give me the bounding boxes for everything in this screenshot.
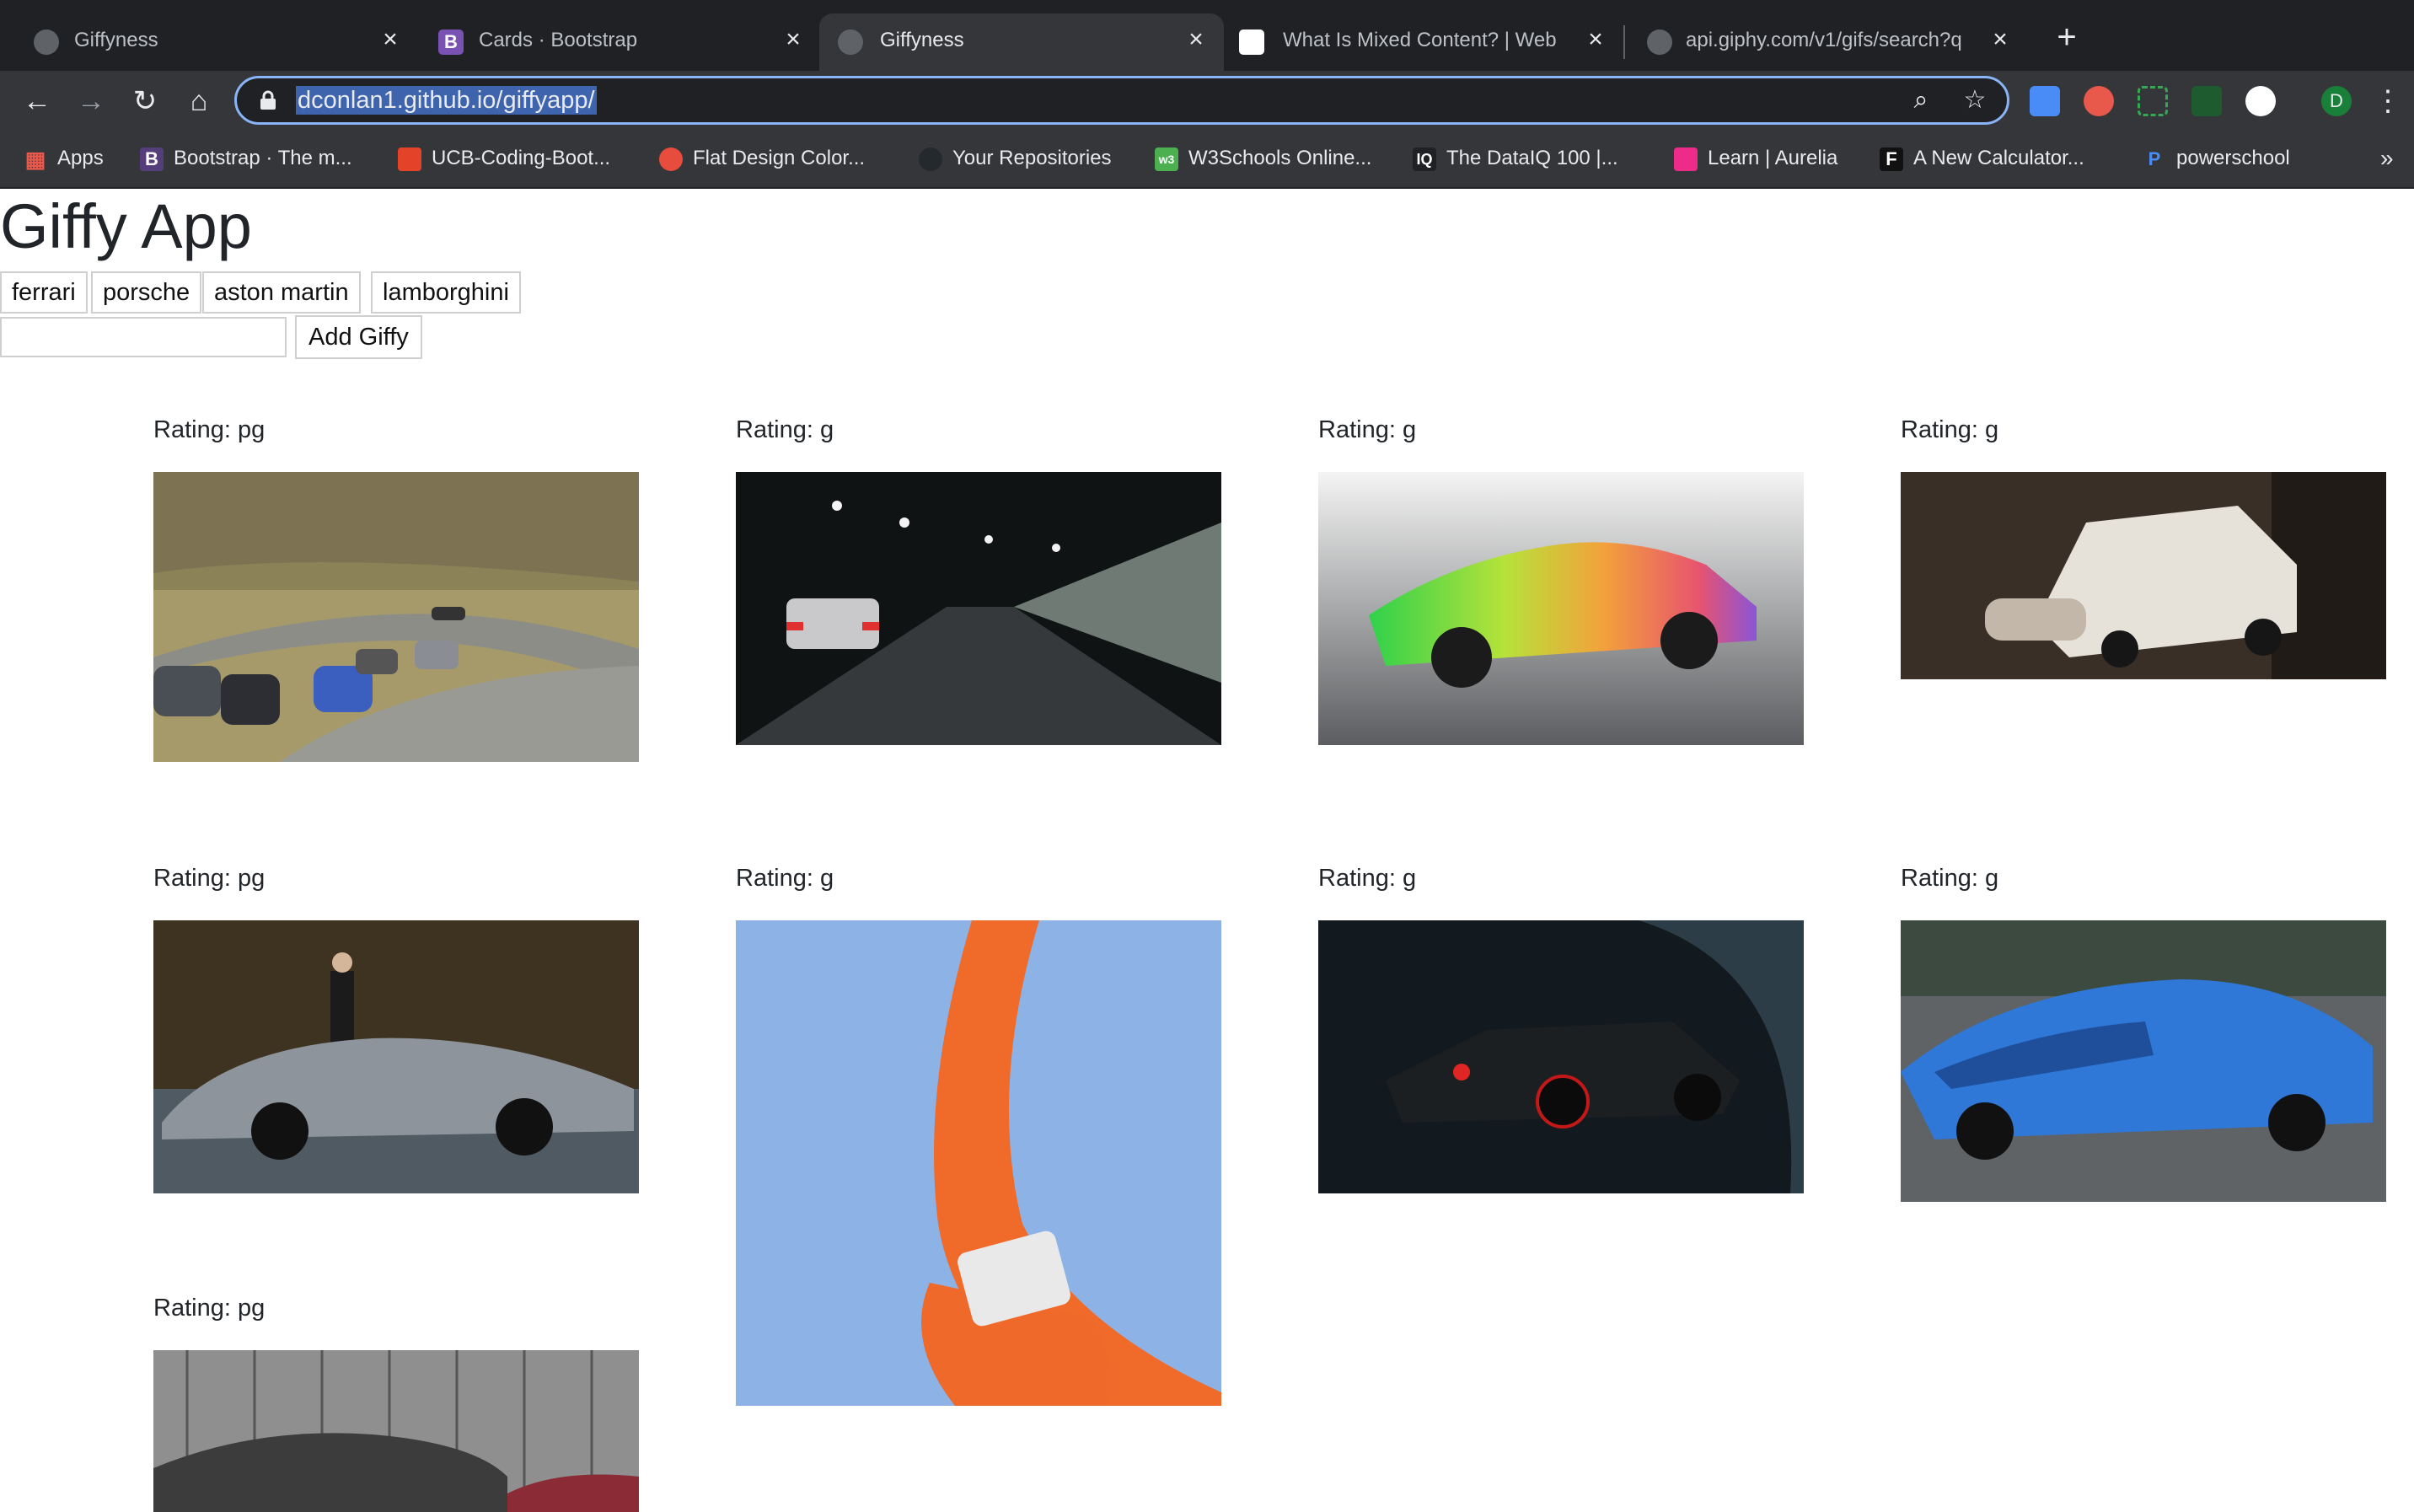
gif-image[interactable] <box>153 920 639 1193</box>
gif-image[interactable] <box>736 920 1221 1406</box>
gif-rating: Rating: g <box>736 865 834 892</box>
bookmarks-bar: ▦ Apps B Bootstrap · The m... UCB-Coding-B… <box>0 131 2414 189</box>
extension-icon[interactable] <box>2245 86 2276 116</box>
gif-rating: Rating: pg <box>153 865 266 892</box>
tab-title: What Is Mixed Content? | Web <box>1283 29 1557 51</box>
lock-icon[interactable] <box>259 90 277 110</box>
gif-rating: Rating: pg <box>153 1295 266 1322</box>
bookmark-item[interactable]: Learn | Aurelia <box>1674 143 1837 174</box>
back-arrow-icon[interactable]: ← <box>20 84 54 118</box>
gif-image[interactable] <box>153 472 639 762</box>
dataiq-icon: IQ <box>1413 147 1436 171</box>
bookmark-label: Apps <box>57 147 104 169</box>
bookmark-label: Your Repositories <box>952 147 1112 169</box>
tab-title: Giffyness <box>74 29 158 51</box>
w3schools-icon: w3 <box>1155 147 1178 171</box>
new-tab-icon[interactable]: + <box>2050 20 2084 54</box>
bookmark-item[interactable]: ▦ Apps <box>24 143 104 174</box>
gif-rating: Rating: pg <box>153 416 266 443</box>
browser-tab[interactable]: What Is Mixed Content? | Web × <box>1224 13 1625 71</box>
zoom-icon[interactable]: ⌕ <box>1906 85 1936 115</box>
home-icon[interactable]: ⌂ <box>182 84 216 118</box>
browser-tab[interactable]: B Cards · Bootstrap × <box>415 13 819 71</box>
screenshot-extension-icon[interactable] <box>2138 86 2168 116</box>
tab-title: Cards · Bootstrap <box>479 29 638 51</box>
close-tab-icon[interactable]: × <box>779 25 807 54</box>
browser-tab-active[interactable]: Giffyness × <box>819 13 1224 71</box>
bootstrap-icon: B <box>140 147 164 171</box>
globe-icon <box>838 29 863 55</box>
close-tab-icon[interactable]: × <box>1986 25 2014 54</box>
bookmark-item[interactable]: Your Repositories <box>919 143 1112 174</box>
gif-rating: Rating: g <box>1318 865 1417 892</box>
topic-button-lamborghini[interactable]: lamborghini <box>371 271 521 314</box>
zoom-extension-icon[interactable] <box>2030 86 2060 116</box>
browser-tab[interactable]: Giffyness × <box>0 13 415 71</box>
close-tab-icon[interactable]: × <box>1182 25 1210 54</box>
globe-icon <box>1647 29 1672 55</box>
browser-toolbar: ← → ↻ ⌂ dconlan1.github.io/giffyapp/ ⌕ ☆… <box>0 71 2414 131</box>
page-content: Giffy App ferrari porsche aston martin l… <box>0 189 2414 1512</box>
topic-button-porsche[interactable]: porsche <box>91 271 202 314</box>
gitlab-icon <box>398 147 421 171</box>
bookmark-label: A New Calculator... <box>1913 147 2084 169</box>
bookmark-item[interactable]: IQ The DataIQ 100 |... <box>1413 143 1618 174</box>
profile-avatar[interactable]: D <box>2321 86 2352 116</box>
bookmark-item[interactable]: F A New Calculator... <box>1880 143 2084 174</box>
bookmark-label: UCB-Coding-Boot... <box>432 147 611 169</box>
globe-icon <box>34 29 59 55</box>
bookmark-item[interactable]: Flat Design Color... <box>659 143 865 174</box>
f-icon: F <box>1880 147 1903 171</box>
extension-icon[interactable] <box>2191 86 2222 116</box>
bookmark-item[interactable]: B Bootstrap · The m... <box>140 143 352 174</box>
tab-title: api.giphy.com/v1/gifs/search?q <box>1686 29 1962 51</box>
gif-image[interactable] <box>1318 472 1804 745</box>
bookmark-label: Bootstrap · The m... <box>174 147 352 169</box>
gif-image[interactable] <box>736 472 1221 745</box>
aurelia-icon <box>1674 147 1698 171</box>
browser-tab-strip: Giffyness × B Cards · Bootstrap × Giffyn… <box>0 0 2414 71</box>
gif-rating: Rating: g <box>1901 865 1999 892</box>
reload-icon[interactable]: ↻ <box>128 84 162 118</box>
add-giffy-button[interactable]: Add Giffy <box>295 315 422 359</box>
bookmark-star-icon[interactable]: ☆ <box>1960 85 1990 115</box>
powerschool-icon: P <box>2148 147 2161 169</box>
topic-button-ferrari[interactable]: ferrari <box>0 271 88 314</box>
gif-rating: Rating: g <box>1318 416 1417 443</box>
tab-title: Giffyness <box>880 29 964 51</box>
gif-image[interactable] <box>1901 920 2386 1202</box>
browser-tab[interactable]: api.giphy.com/v1/gifs/search?q × <box>1625 13 2030 71</box>
bookmark-label: Learn | Aurelia <box>1708 147 1838 169</box>
topic-button-aston-martin[interactable]: aston martin <box>202 271 361 314</box>
bookmark-item[interactable]: w3 W3Schools Online... <box>1155 143 1371 174</box>
bookmark-label: The DataIQ 100 |... <box>1446 147 1618 169</box>
close-tab-icon[interactable]: × <box>1581 25 1610 54</box>
close-tab-icon[interactable]: × <box>376 25 405 54</box>
screencast-extension-icon[interactable] <box>2084 86 2114 116</box>
address-bar[interactable]: dconlan1.github.io/giffyapp/ ⌕ ☆ <box>234 76 2009 125</box>
gif-image[interactable] <box>1901 472 2386 679</box>
gif-rating: Rating: g <box>736 416 834 443</box>
bookmark-item[interactable]: Ppowerschool <box>2143 143 2290 174</box>
apps-grid-icon: ▦ <box>24 146 46 172</box>
gif-image[interactable] <box>153 1350 639 1512</box>
github-icon <box>919 147 942 171</box>
bookmark-label: powerschool <box>2176 147 2290 169</box>
bookmark-label: W3Schools Online... <box>1188 147 1372 169</box>
bookmark-label: Flat Design Color... <box>693 147 866 169</box>
forward-arrow-icon[interactable]: → <box>74 84 108 118</box>
web-dev-icon <box>1239 29 1264 55</box>
bootstrap-icon: B <box>438 29 464 55</box>
add-topic-input[interactable] <box>0 317 287 357</box>
gif-rating: Rating: g <box>1901 416 1999 443</box>
url-text[interactable]: dconlan1.github.io/giffyapp/ <box>296 86 597 115</box>
bookmarks-overflow-chevron-icon[interactable]: » <box>2380 143 2394 174</box>
flat-design-icon <box>659 147 683 171</box>
menu-kebab-icon[interactable]: ⋮ <box>2374 84 2402 118</box>
gif-image[interactable] <box>1318 920 1804 1193</box>
page-title: Giffy App <box>0 191 252 261</box>
bookmark-item[interactable]: UCB-Coding-Boot... <box>398 143 610 174</box>
